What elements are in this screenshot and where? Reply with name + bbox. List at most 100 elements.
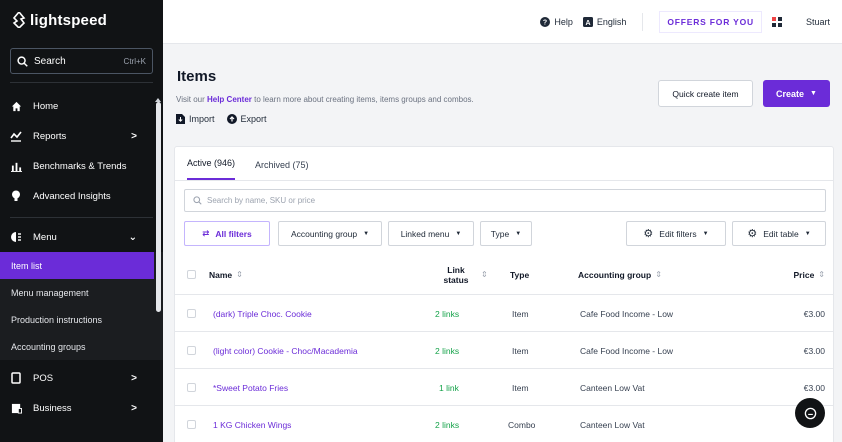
language-label: English	[596, 16, 627, 27]
import-button[interactable]: Import	[176, 114, 215, 124]
search-placeholder: Search by name, SKU or price	[207, 196, 316, 205]
sidebar-search[interactable]: Search Ctrl+K	[10, 48, 153, 74]
export-label: Export	[240, 114, 267, 124]
link-status[interactable]: 2 links	[435, 333, 459, 368]
help-link[interactable]: ? Help	[540, 16, 573, 27]
submenu-item-accounting-groups[interactable]: Accounting groups	[0, 333, 163, 360]
sort-icon[interactable]: ⇕	[481, 270, 488, 279]
item-name-link[interactable]: *Sweet Potato Fries	[213, 370, 288, 405]
gear-icon: ⚙	[643, 228, 654, 240]
divider	[10, 217, 153, 218]
select-all-checkbox[interactable]	[187, 270, 196, 279]
table-row[interactable]: 1 KG Chicken Wings 2 links Combo Canteen…	[175, 407, 833, 442]
export-icon	[226, 114, 237, 124]
filter-label: Linked menu	[400, 228, 450, 239]
apps-grid-icon[interactable]	[771, 16, 782, 27]
filter-label: Accounting group	[290, 228, 358, 239]
sidebar-item-business[interactable]: Business >	[0, 393, 163, 423]
sort-icon: ⇕	[818, 270, 825, 279]
linked-menu-filter[interactable]: Linked menu ▼	[388, 221, 474, 246]
page-title: Items	[177, 68, 217, 85]
quick-create-item-button[interactable]: Quick create item	[658, 80, 753, 107]
filter-label: Type	[490, 228, 510, 239]
item-name-link[interactable]: (dark) Triple Choc. Cookie	[213, 296, 312, 331]
submenu-item-menu-management[interactable]: Menu management	[0, 279, 163, 306]
tab-active[interactable]: Active (946)	[187, 158, 236, 180]
caret-down-icon: ▼	[810, 90, 817, 97]
help-suffix: to learn more about creating items, item…	[251, 95, 474, 104]
export-button[interactable]: Export	[226, 114, 267, 124]
help-circle-icon: ?	[540, 16, 551, 27]
user-name[interactable]: Stuart	[806, 17, 830, 27]
language-icon: A	[582, 16, 593, 27]
accounting-group: Cafe Food Income - Low	[580, 345, 674, 356]
top-bar: ? Help A English OFFERS FOR YOU Stuart	[163, 0, 842, 44]
all-filters-button[interactable]: ⇄ All filters	[184, 221, 270, 246]
brand-logo[interactable]: lightspeed	[0, 0, 163, 40]
bar-chart-icon	[10, 160, 22, 172]
table-row[interactable]: (dark) Triple Choc. Cookie 2 links Item …	[175, 296, 833, 332]
sort-icon: ⇕	[236, 270, 243, 279]
sidebar-item-menu[interactable]: Menu ⌄	[0, 222, 163, 252]
search-icon	[17, 55, 28, 67]
offers-button[interactable]: OFFERS FOR YOU	[659, 10, 762, 33]
table-row[interactable]: *Sweet Potato Fries 1 link Item Canteen …	[175, 370, 833, 406]
search-shortcut: Ctrl+K	[123, 56, 146, 66]
link-status[interactable]: 1 link	[439, 370, 459, 405]
column-accounting-group[interactable]: Accounting group ⇕	[578, 255, 662, 294]
tab-archived[interactable]: Archived (75)	[255, 160, 309, 180]
all-filters-label: All filters	[215, 228, 252, 239]
sidebar-item-label: Reports	[33, 130, 67, 142]
edit-filters-button[interactable]: ⚙ Edit filters ▼	[626, 221, 726, 246]
accounting-group: Canteen Low Vat	[580, 419, 645, 430]
column-label: Link	[447, 264, 465, 275]
column-link-status[interactable]: Link status	[439, 255, 473, 294]
edit-table-button[interactable]: ⚙ Edit table ▼	[732, 221, 826, 246]
row-checkbox[interactable]	[187, 346, 196, 355]
item-name-link[interactable]: (light color) Cookie - Choc/Macademia	[213, 333, 358, 368]
type-filter[interactable]: Type ▼	[480, 221, 532, 246]
items-search-input[interactable]: Search by name, SKU or price	[184, 189, 826, 212]
sidebar-item-home[interactable]: Home	[0, 91, 163, 121]
chevron-right-icon: >	[131, 130, 137, 142]
item-name-link[interactable]: 1 KG Chicken Wings	[213, 407, 291, 442]
sliders-icon: ⇄	[202, 228, 210, 238]
sidebar-item-reports[interactable]: Reports >	[0, 121, 163, 151]
sidebar-item-label: Advanced Insights	[33, 190, 111, 202]
sidebar-item-benchmarks[interactable]: Benchmarks & Trends	[0, 151, 163, 181]
table-row[interactable]: (light color) Cookie - Choc/Macademia 2 …	[175, 333, 833, 369]
column-label: status	[443, 274, 469, 285]
column-name[interactable]: Name ⇕	[209, 255, 243, 294]
row-checkbox[interactable]	[187, 383, 196, 392]
home-icon	[10, 100, 22, 112]
accounting-group-filter[interactable]: Accounting group ▼	[278, 221, 382, 246]
lightspeed-flame-icon	[12, 12, 26, 28]
sidebar-item-label: Menu	[33, 231, 57, 243]
submenu-item-item-list[interactable]: Item list	[0, 252, 154, 279]
search-icon	[193, 196, 202, 205]
row-checkbox[interactable]	[187, 309, 196, 318]
chat-bubble-icon	[804, 407, 816, 419]
lightbulb-icon	[10, 190, 22, 202]
column-price[interactable]: Price ⇕	[794, 255, 826, 294]
create-button[interactable]: Create ▼	[763, 80, 830, 107]
chart-line-icon	[10, 130, 22, 142]
sidebar-scrollbar[interactable]	[156, 102, 161, 312]
help-center-link[interactable]: Help Center	[207, 95, 252, 104]
language-selector[interactable]: A English	[582, 16, 627, 27]
link-status[interactable]: 2 links	[435, 296, 459, 331]
submenu-item-production-instructions[interactable]: Production instructions	[0, 306, 163, 333]
status-tabs: Active (946) Archived (75)	[175, 147, 833, 181]
chat-button[interactable]	[795, 398, 825, 428]
sidebar-item-label: POS	[33, 372, 54, 384]
sidebar-item-pos[interactable]: POS >	[0, 363, 163, 393]
row-checkbox[interactable]	[187, 420, 196, 429]
tablet-icon	[10, 372, 22, 384]
table-header: Name ⇕ Link status ⇕ Type Accounting grou…	[175, 255, 833, 295]
column-type[interactable]: Type	[510, 255, 529, 294]
sidebar-item-advanced-insights[interactable]: Advanced Insights	[0, 181, 163, 211]
sidebar-item-label: Benchmarks & Trends	[33, 160, 127, 172]
link-status[interactable]: 2 links	[435, 407, 459, 442]
help-center-text: Visit our Help Center to learn more abou…	[176, 95, 474, 104]
accounting-group: Canteen Low Vat	[580, 382, 645, 393]
